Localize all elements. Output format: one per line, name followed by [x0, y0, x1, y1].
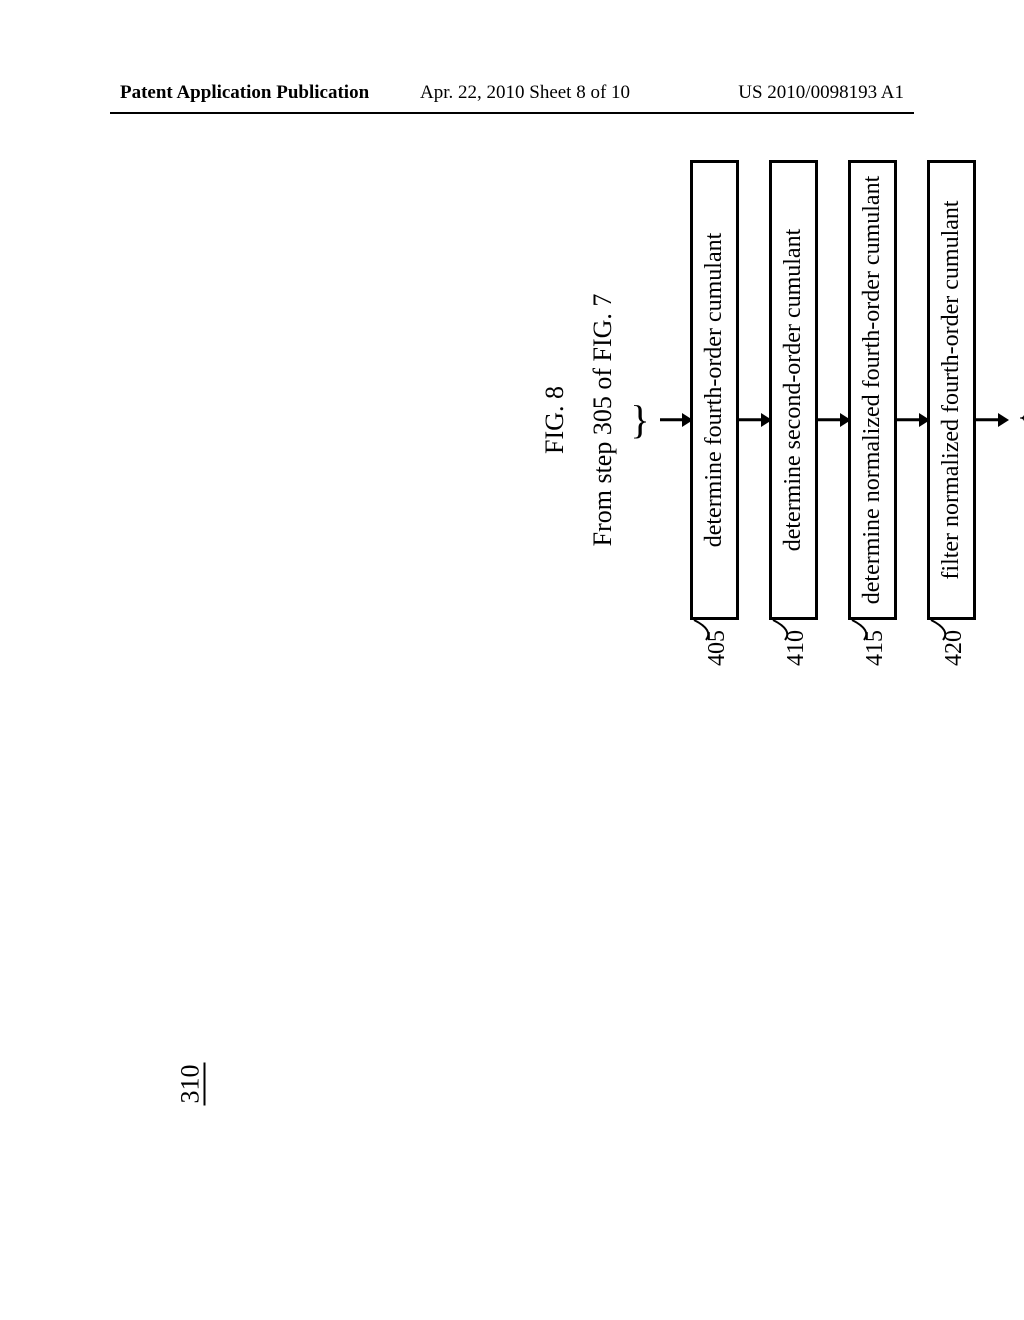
page: Patent Application Publication Apr. 22, …	[0, 0, 1024, 1320]
ref-tick-icon	[692, 618, 712, 642]
header-rule	[110, 112, 914, 114]
brace-bottom-icon: }	[1006, 408, 1024, 432]
step-row-415: 415 determine normalized fourth-order cu…	[848, 140, 897, 700]
header-center: Apr. 22, 2010 Sheet 8 of 10	[420, 82, 630, 104]
brace-top-icon: }	[620, 408, 660, 432]
step-row-410: 410 determine second-order cumulant	[769, 140, 818, 700]
ref-tick-icon	[771, 618, 791, 642]
header-left: Patent Application Publication	[120, 82, 369, 104]
ref-tick-icon	[929, 618, 949, 642]
step-box-405: determine fourth-order cumulant	[690, 160, 739, 620]
step-row-405: 405 determine fourth-order cumulant	[690, 140, 739, 700]
step-row-420: 420 filter normalized fourth-order cumul…	[927, 140, 976, 700]
header-right: US 2010/0098193 A1	[738, 82, 904, 104]
page-header: Patent Application Publication Apr. 22, …	[0, 82, 1024, 112]
ref-tick-icon	[850, 618, 870, 642]
flowchart: 405 determine fourth-order cumulant 410 …	[660, 140, 1006, 700]
step-box-420: filter normalized fourth-order cumulant	[927, 160, 976, 620]
figure-page-ref-310: 310	[178, 1063, 206, 1106]
figure-8-wrap: FIG. 8 From step 305 of FIG. 7 } 405 det…	[540, 140, 1024, 700]
step-box-410: determine second-order cumulant	[769, 160, 818, 620]
from-step-label: From step 305 of FIG. 7	[588, 140, 618, 700]
figure-8: FIG. 8 From step 305 of FIG. 7 } 405 det…	[540, 140, 1024, 700]
figure-label: FIG. 8	[540, 140, 570, 700]
step-box-415: determine normalized fourth-order cumula…	[848, 160, 897, 620]
